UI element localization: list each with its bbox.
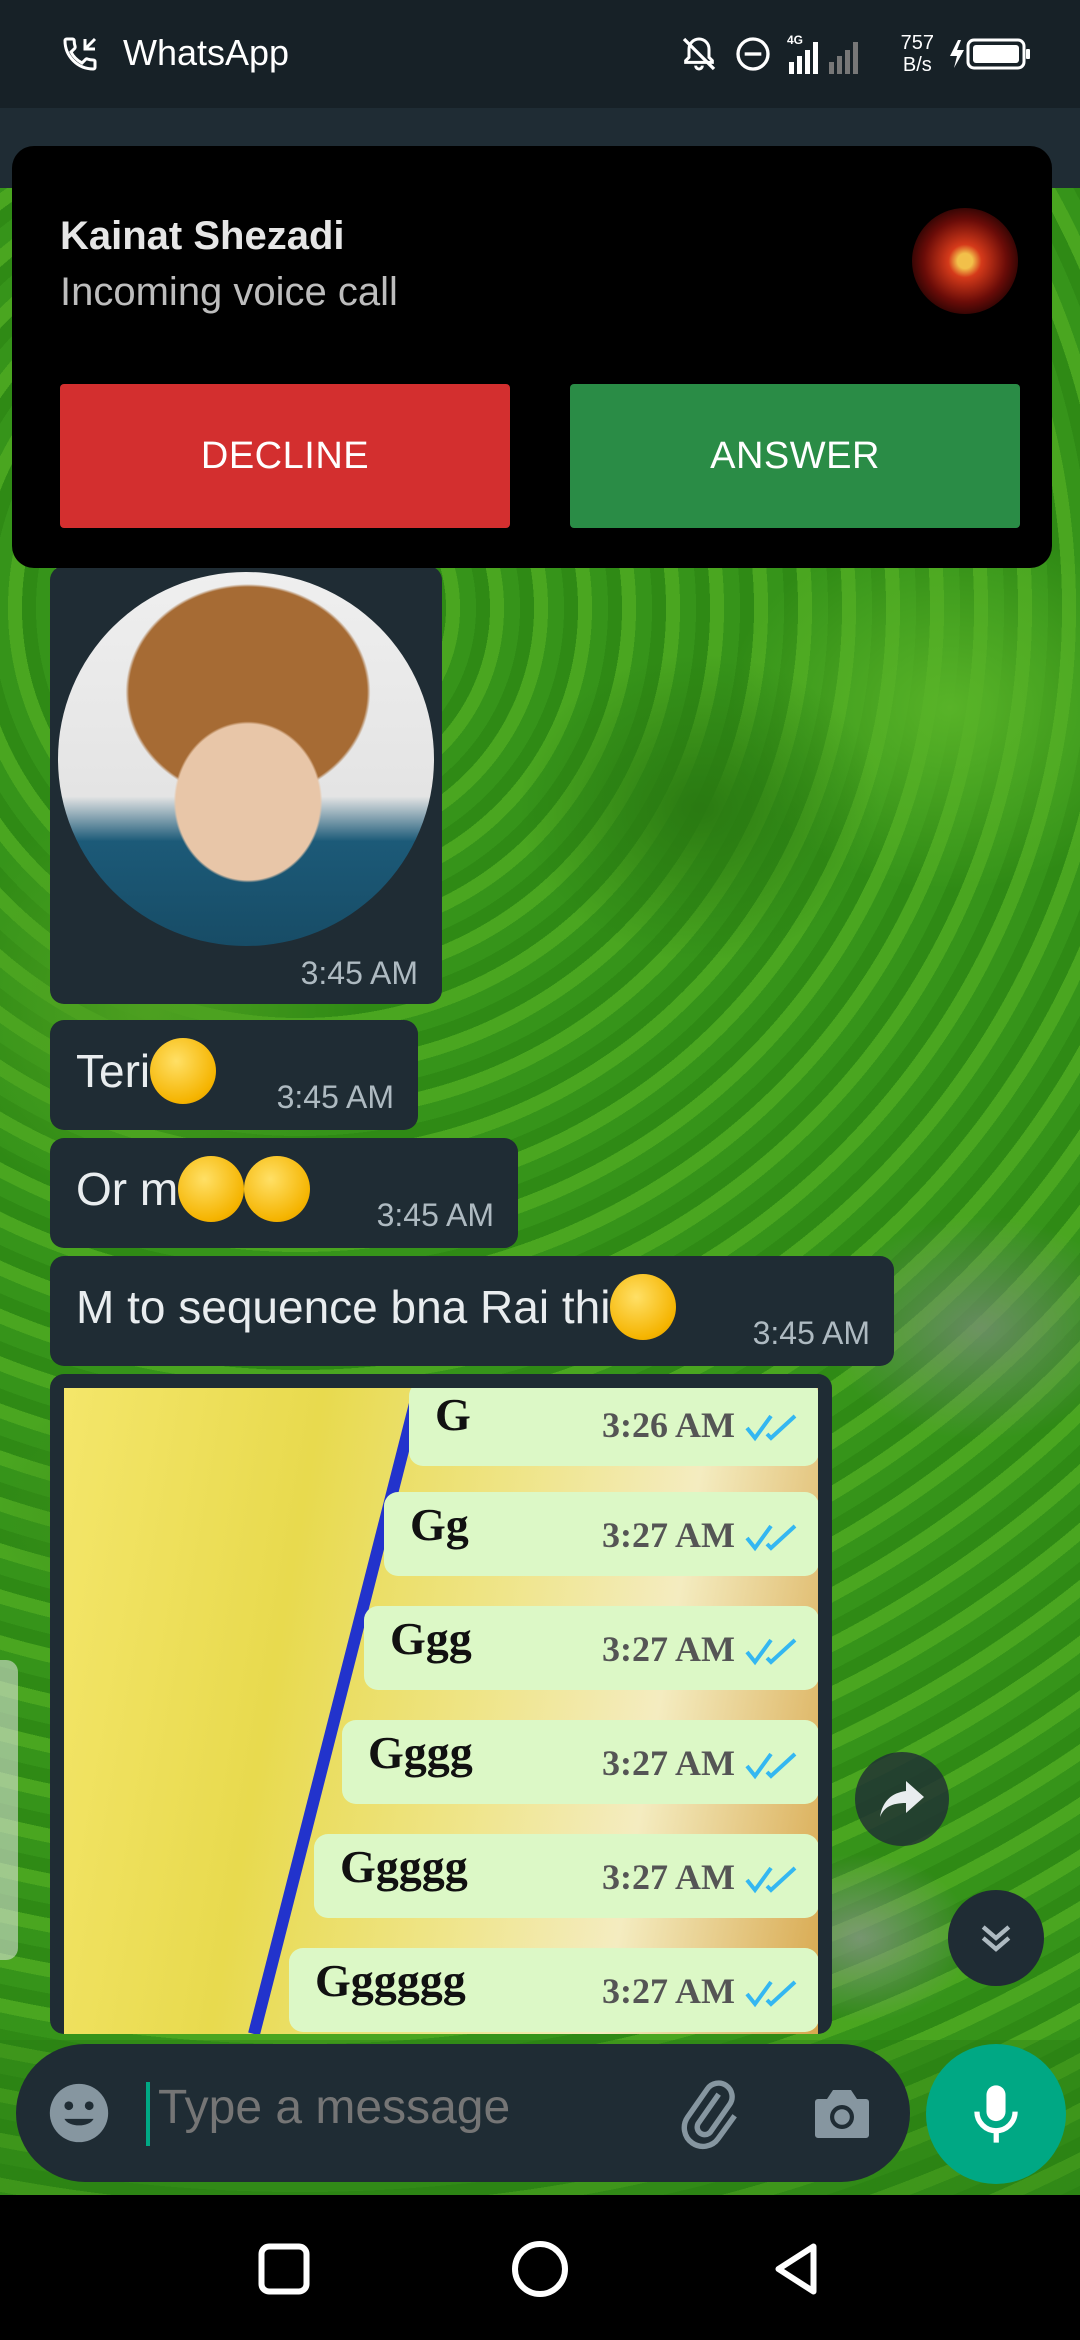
screenshot-row: Ggg 3:27 AM <box>364 1606 818 1690</box>
text-message[interactable]: Or m 3:45 AM <box>50 1138 518 1248</box>
text-cursor <box>146 2082 150 2146</box>
double-check-icon <box>745 1752 797 1780</box>
double-check-icon <box>745 1866 797 1894</box>
sticker-message[interactable]: 3:45 AM <box>50 566 442 1004</box>
grinning-emoji-icon <box>610 1274 677 1340</box>
scroll-to-bottom-button[interactable] <box>948 1890 1044 1986</box>
screenshot-row-text: Gg <box>410 1499 469 1550</box>
screenshot-row-text: Ggg <box>390 1613 472 1664</box>
status-icons: 4G 757 B/s <box>679 26 1032 82</box>
network-speed-value: 757 <box>900 32 934 54</box>
screenshot-row-time: 3:27 AM <box>602 1743 735 1783</box>
screenshot-row-text: Gggggg <box>315 1955 466 2006</box>
home-icon[interactable] <box>510 2239 570 2299</box>
screenshot-row: Gg 3:27 AM <box>384 1492 818 1576</box>
signal-icon: 4G <box>787 33 858 74</box>
system-navigation-bar <box>0 2195 1080 2340</box>
text-message[interactable]: Teri 3:45 AM <box>50 1020 418 1130</box>
message-body: M to sequence bna Rai thi <box>76 1274 677 1344</box>
call-type-label: Incoming voice call <box>60 270 398 314</box>
message-text: M to sequence bna Rai thi <box>76 1281 611 1334</box>
double-chevron-down-icon <box>981 1925 1011 1952</box>
forward-arrow-icon <box>880 1781 924 1817</box>
message-time: 3:45 AM <box>752 1315 870 1351</box>
answer-button[interactable]: ANSWER <box>570 384 1020 528</box>
recent-apps-icon[interactable] <box>254 2239 314 2299</box>
message-body: Teri <box>76 1038 217 1108</box>
message-time: 3:45 AM <box>376 1197 494 1233</box>
network-speed-unit: B/s <box>902 54 932 76</box>
screenshot-row: Gggggg 3:27 AM <box>289 1948 818 2032</box>
decline-button[interactable]: DECLINE <box>60 384 510 528</box>
screenshot-row-text: Gggg <box>368 1727 473 1778</box>
message-time: 3:45 AM <box>300 955 418 991</box>
screenshot-row-time: 3:26 AM <box>602 1405 735 1445</box>
image-attachment[interactable]: G 3:26 AM Gg 3:27 AM Ggg 3:27 AM Gggg 3:… <box>64 1388 818 2034</box>
double-check-icon <box>745 1524 797 1552</box>
battery-charging-icon <box>950 38 1030 70</box>
caller-avatar <box>912 208 1018 314</box>
edge-panel-handle[interactable] <box>0 1660 18 1960</box>
status-bar: WhatsApp 4G 757 B/s <box>0 0 1080 108</box>
laughing-emoji-icon <box>244 1156 311 1222</box>
network-speed: 757 B/s <box>901 32 934 76</box>
message-input[interactable] <box>158 2080 518 2135</box>
back-icon[interactable] <box>766 2239 826 2299</box>
voice-record-button[interactable] <box>926 2044 1066 2184</box>
caller-name: Kainat Shezadi <box>60 214 345 258</box>
microphone-icon <box>974 2085 1018 2143</box>
text-message[interactable]: M to sequence bna Rai thi 3:45 AM <box>50 1256 894 1366</box>
message-text: Or m <box>76 1163 179 1216</box>
laughing-emoji-icon <box>178 1156 245 1222</box>
double-check-icon <box>745 1980 797 2008</box>
message-time: 3:45 AM <box>276 1079 394 1115</box>
screenshot-row-time: 3:27 AM <box>602 1971 735 2011</box>
message-text: Teri <box>76 1045 151 1098</box>
screenshot-row-text: G <box>435 1389 471 1440</box>
emoji-icon[interactable] <box>44 2078 114 2148</box>
screenshot-row-time: 3:27 AM <box>602 1857 735 1897</box>
screenshot-row: G 3:26 AM <box>409 1388 818 1466</box>
screenshot-row-time: 3:27 AM <box>602 1515 735 1555</box>
missed-call-icon <box>63 37 97 71</box>
screenshot-row: Ggggg 3:27 AM <box>314 1834 818 1918</box>
double-check-icon <box>745 1414 797 1442</box>
screenshot-row-text: Ggggg <box>340 1841 468 1892</box>
raised-eyebrow-emoji-icon <box>150 1038 217 1104</box>
message-body: Or m <box>76 1156 311 1226</box>
forward-button[interactable] <box>855 1752 949 1846</box>
screenshot-row: Gggg 3:27 AM <box>342 1720 818 1804</box>
do-not-disturb-icon <box>735 37 770 71</box>
blue-line <box>248 1388 425 2034</box>
message-composer <box>16 2044 910 2182</box>
paperclip-icon[interactable] <box>674 2078 746 2150</box>
notification-app-name: WhatsApp <box>123 32 290 73</box>
svg-text:4G: 4G <box>787 33 803 47</box>
incoming-call-notification[interactable]: Kainat Shezadi Incoming voice call DECLI… <box>12 146 1052 568</box>
image-message[interactable]: G 3:26 AM Gg 3:27 AM Ggg 3:27 AM Gggg 3:… <box>50 1374 832 2034</box>
camera-icon[interactable] <box>806 2078 878 2150</box>
double-check-icon <box>745 1638 797 1666</box>
silent-bell-icon <box>682 37 715 71</box>
screenshot-row-time: 3:27 AM <box>602 1629 735 1669</box>
sticker-image[interactable] <box>58 572 434 946</box>
